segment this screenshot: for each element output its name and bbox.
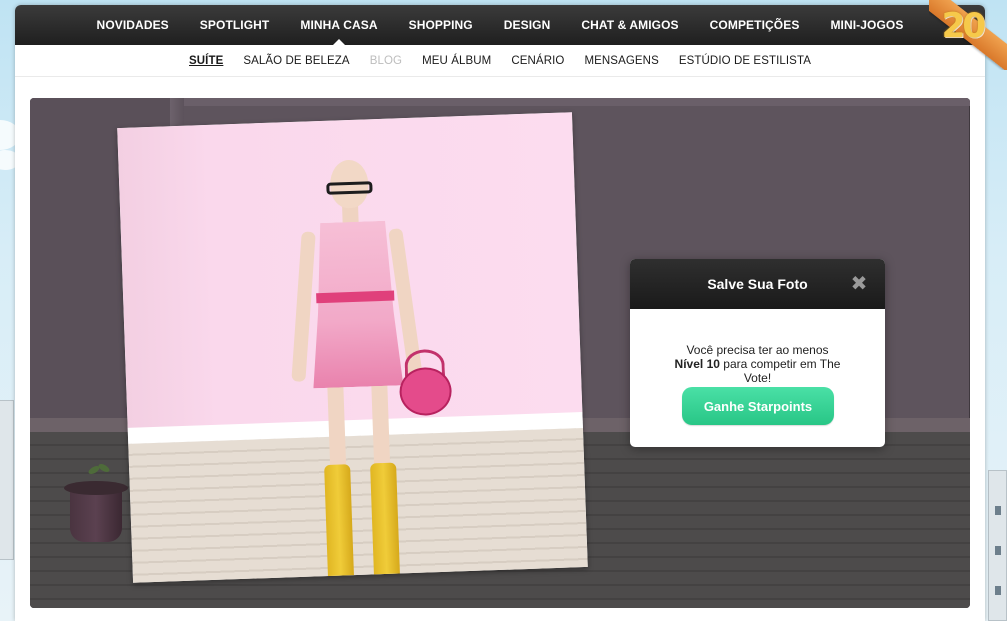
avatar-boot: [370, 462, 401, 583]
save-photo-modal: Salve Sua Foto ✖ Você precisa ter ao men…: [630, 259, 885, 447]
subnav-item-estudio-de-estilista[interactable]: ESTÚDIO DE ESTILISTA: [669, 55, 821, 67]
nav-item-mini-jogos[interactable]: MINI-JOGOS: [815, 5, 919, 45]
get-starpoints-button[interactable]: Ganhe Starpoints: [682, 387, 834, 425]
avatar-arm: [291, 231, 316, 382]
pot-rim: [64, 481, 128, 495]
subnav-item-suite[interactable]: SUÍTE: [179, 55, 233, 67]
nav-item-minha-casa[interactable]: MINHA CASA: [285, 5, 393, 45]
subnav-item-salao-de-beleza[interactable]: SALÃO DE BELEZA: [233, 55, 359, 67]
nav-item-shopping[interactable]: SHOPPING: [393, 5, 488, 45]
modal-level-text: Nível 10: [674, 357, 720, 371]
avatar-leg: [371, 384, 391, 476]
modal-title: Salve Sua Foto: [707, 276, 808, 292]
pot-body: [70, 488, 122, 542]
nav-item-spotlight[interactable]: SPOTLIGHT: [184, 5, 285, 45]
background-building: [988, 470, 1007, 621]
nav-item-novidades[interactable]: NOVIDADES: [81, 5, 184, 45]
subnav-item-mensagens[interactable]: MENSAGENS: [574, 55, 668, 67]
avatar-neck: [342, 205, 359, 225]
modal-message: Você precisa ter ao menos Nível 10 para …: [630, 309, 885, 385]
subnav-item-blog: BLOG: [369, 54, 403, 67]
avatar-photo: [117, 112, 588, 583]
subnav-item-cenario[interactable]: CENÁRIO: [501, 55, 574, 67]
modal-message-prefix: Você precisa ter ao menos: [686, 343, 829, 357]
room-wall-top: [184, 98, 970, 106]
background-building: [0, 400, 14, 560]
avatar-figure: [283, 157, 453, 583]
plant-pot: [64, 462, 128, 546]
close-icon[interactable]: ✖: [849, 273, 869, 293]
modal-message-suffix: para competir em The Vote!: [723, 357, 841, 385]
avatar-glasses: [326, 181, 373, 195]
nav-item-design[interactable]: DESIGN: [488, 5, 566, 45]
modal-header: Salve Sua Foto ✖: [630, 259, 885, 309]
page: { "topnav": { "items": [ {"label": "NOVI…: [0, 0, 1007, 621]
subnav-item-meu-album[interactable]: MEU ÁLBUM: [412, 55, 501, 67]
anniversary-number: 20: [941, 6, 986, 46]
avatar-dress: [308, 220, 404, 388]
nav-item-chat-amigos[interactable]: CHAT & AMIGOS: [566, 5, 694, 45]
avatar-leg: [327, 386, 347, 477]
app-window: NOVIDADES SPOTLIGHT MINHA CASA SHOPPING …: [15, 0, 1007, 621]
main-nav: NOVIDADES SPOTLIGHT MINHA CASA SHOPPING …: [15, 0, 1007, 70]
sub-nav: SUÍTE SALÃO DE BELEZA BLOG MEU ÁLBUM CEN…: [15, 45, 985, 77]
avatar-boot: [324, 464, 355, 583]
nav-item-competicoes[interactable]: COMPETIÇÕES: [694, 5, 815, 45]
